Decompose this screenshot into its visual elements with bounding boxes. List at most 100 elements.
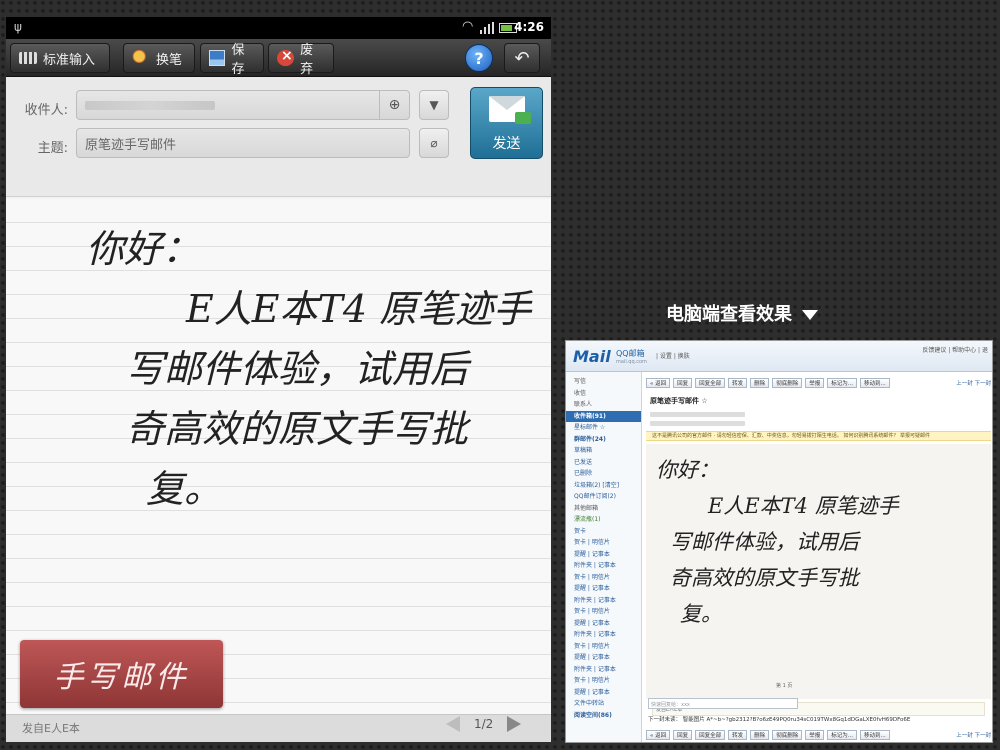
sidebar-item-filetrans[interactable]: 文件中转站 — [566, 698, 641, 710]
sidebar-item-spam[interactable]: 垃圾箱(2) [清空] — [566, 480, 641, 492]
reply-all-button[interactable]: 回复全部 — [695, 730, 726, 740]
undo-button[interactable]: ↶ — [504, 43, 540, 73]
sidebar-item-contacts[interactable]: 联系人 — [566, 399, 641, 411]
delete-permanently-button[interactable]: 彻底删除 — [772, 730, 803, 740]
mail-body: 你好： E人E本T4 原笔迹手 写邮件体验，试用后 奇高效的原文手写批 复。 第… — [646, 444, 991, 716]
move-to-select[interactable]: 移动到... — [859, 378, 890, 388]
next-page-icon[interactable] — [507, 716, 522, 732]
paperclip-icon: ⌀ — [430, 136, 438, 150]
sidebar-item[interactable]: 附件夹 | 记事本 — [566, 560, 641, 572]
back-button[interactable]: « 返回 — [646, 730, 671, 740]
change-pen-button[interactable]: 换笔 — [123, 43, 195, 73]
status-bar: ψ ◠ 4:26 — [6, 17, 551, 39]
forward-button[interactable]: 转发 — [728, 730, 748, 740]
arrow-icon — [515, 112, 531, 124]
tablet-screen: ψ ◠ 4:26 标准输入 换笔 保存 废弃 ? ↶ 收件人: ⊕ — [6, 17, 551, 742]
sidebar-item-starred[interactable]: 星标邮件 ☆ — [566, 422, 641, 434]
handwriting-canvas[interactable]: 你好： E人E本T4 原笔迹手 写邮件体验，试用后 奇高效的原文手写批 复。 — [6, 199, 551, 714]
undo-icon: ↶ — [514, 47, 530, 69]
spam-label: 垃圾箱(2) — [574, 481, 601, 489]
delete-permanently-button[interactable]: 彻底删除 — [772, 378, 803, 388]
delete-button[interactable]: 删除 — [750, 378, 770, 388]
sidebar-item-reading[interactable]: 阅读空间(86) — [566, 710, 641, 722]
handwriting-line: 你好： — [86, 227, 201, 271]
sidebar-item-greeting[interactable]: 贺卡 — [566, 526, 641, 538]
prev-page-icon[interactable] — [446, 716, 460, 732]
sidebar-item-notes[interactable]: 漂流瓶(1) — [566, 514, 641, 526]
palette-icon — [132, 50, 150, 66]
subject-label: 主题: — [37, 141, 68, 156]
sidebar-item[interactable]: 附件夹 | 记事本 — [566, 664, 641, 676]
mail-handwriting-line: 写邮件体验，试用后 — [670, 530, 859, 554]
delete-button[interactable]: 删除 — [750, 730, 770, 740]
sidebar-item[interactable]: 提醒 | 记事本 — [566, 687, 641, 699]
reply-all-button[interactable]: 回复全部 — [695, 378, 726, 388]
subject-value: 原笔迹手写邮件 — [85, 137, 177, 153]
mail-handwriting-line: 复。 — [680, 602, 722, 626]
add-contact-icon[interactable]: ⊕ — [379, 91, 409, 119]
move-to-select[interactable]: 移动到... — [859, 730, 890, 740]
sidebar-item[interactable]: 贺卡 | 明信片 — [566, 572, 641, 584]
qqmail-toolbar: « 返回 回复 回复全部 转发 删除 彻底删除 举报 标记为... 移动到...… — [646, 377, 991, 389]
floppy-disk-icon — [209, 50, 226, 66]
sidebar-item-deleted[interactable]: 已删除 — [566, 468, 641, 480]
mail-page-number: 第 1 页 — [776, 683, 793, 689]
sidebar-item[interactable]: 贺卡 | 明信片 — [566, 675, 641, 687]
dropdown-button[interactable]: ▼ — [419, 90, 449, 120]
qqmail-url: mail.qq.com — [616, 359, 647, 365]
qqmail-top-right: 反馈建议 | 帮助中心 | 退 — [922, 347, 988, 354]
input-mode-button[interactable]: 标准输入 — [10, 43, 110, 73]
sidebar-item-drafts[interactable]: 草稿箱 — [566, 445, 641, 457]
discard-icon — [277, 48, 295, 66]
prev-next-links[interactable]: 上一封 下一封 — [956, 379, 991, 387]
mark-as-select[interactable]: 标记为... — [827, 378, 857, 388]
recipient-redacted — [85, 100, 215, 110]
to-field[interactable]: ⊕ — [76, 90, 410, 120]
spam-clear-link[interactable]: [清空] — [602, 482, 619, 489]
sidebar-item[interactable]: 贺卡 | 明信片 — [566, 606, 641, 618]
forward-button[interactable]: 转发 — [728, 378, 748, 388]
handwriting-line: 奇高效的原文手写批 — [126, 407, 469, 451]
save-button[interactable]: 保存 — [200, 43, 264, 77]
next-unread[interactable]: 下一封未读： 智能图片 A*~b~?gb2312?B?o6zE49PQ0ru34… — [648, 715, 910, 723]
report-button[interactable]: 举报 — [805, 730, 825, 740]
mail-handwriting-line: E人E本T4 原笔迹手 — [708, 494, 899, 518]
sidebar-item-receive[interactable]: 收信 — [566, 388, 641, 400]
sidebar-item-subscriptions[interactable]: QQ邮件订阅(2) — [566, 491, 641, 503]
input-mode-label: 标准输入 — [43, 52, 96, 68]
report-button[interactable]: 举报 — [805, 378, 825, 388]
discard-label: 废弃 — [300, 43, 314, 77]
sidebar-item-sent[interactable]: 已发送 — [566, 457, 641, 469]
pager: 1/2 — [446, 716, 522, 732]
send-button[interactable]: 发送 — [470, 87, 543, 159]
sidebar-item-group[interactable]: 群邮件(24) — [566, 434, 641, 446]
sidebar-item[interactable]: 附件夹 | 记事本 — [566, 629, 641, 641]
reply-button[interactable]: 回复 — [673, 730, 693, 740]
subject-field[interactable]: 原笔迹手写邮件 — [76, 128, 410, 158]
sidebar-item[interactable]: 贺卡 | 明信片 — [566, 537, 641, 549]
sidebar-item[interactable]: 提醒 | 记事本 — [566, 652, 641, 664]
sidebar-item-other[interactable]: 其他邮箱 — [566, 503, 641, 515]
sidebar-item[interactable]: 附件夹 | 记事本 — [566, 595, 641, 607]
back-button[interactable]: « 返回 — [646, 378, 671, 388]
sidebar-item[interactable]: 提醒 | 记事本 — [566, 618, 641, 630]
attachment-button[interactable]: ⌀ — [419, 128, 449, 158]
help-button[interactable]: ? — [465, 44, 493, 72]
send-label: 发送 — [492, 136, 521, 152]
sidebar-item-compose[interactable]: 写信 — [566, 376, 641, 388]
mark-as-select[interactable]: 标记为... — [827, 730, 857, 740]
quick-reply-input[interactable]: 快速回复给：xxx — [648, 698, 798, 709]
sidebar-item[interactable]: 贺卡 | 明信片 — [566, 641, 641, 653]
discard-button[interactable]: 废弃 — [268, 43, 334, 77]
qqmail-header: Mail QQ邮箱 mail.qq.com | 设置 | 换肤 反馈建议 | 帮… — [566, 341, 992, 372]
sidebar-item-inbox[interactable]: 收件箱(91) — [566, 410, 641, 422]
pc-view-caption: 电脑端查看效果 — [666, 300, 818, 326]
compose-toolbar: 标准输入 换笔 保存 废弃 ? ↶ — [6, 39, 551, 77]
sidebar-item[interactable]: 提醒 | 记事本 — [566, 583, 641, 595]
reply-button[interactable]: 回复 — [673, 378, 693, 388]
wifi-icon: ◠ — [462, 19, 474, 34]
sidebar-item[interactable]: 提醒 | 记事本 — [566, 549, 641, 561]
prev-next-links[interactable]: 上一封 下一封 — [956, 731, 991, 739]
handwritten-message: 你好： E人E本T4 原笔迹手 写邮件体验，试用后 奇高效的原文手写批 复。 — [86, 219, 546, 519]
handwriting-line: 复。 — [146, 467, 223, 511]
